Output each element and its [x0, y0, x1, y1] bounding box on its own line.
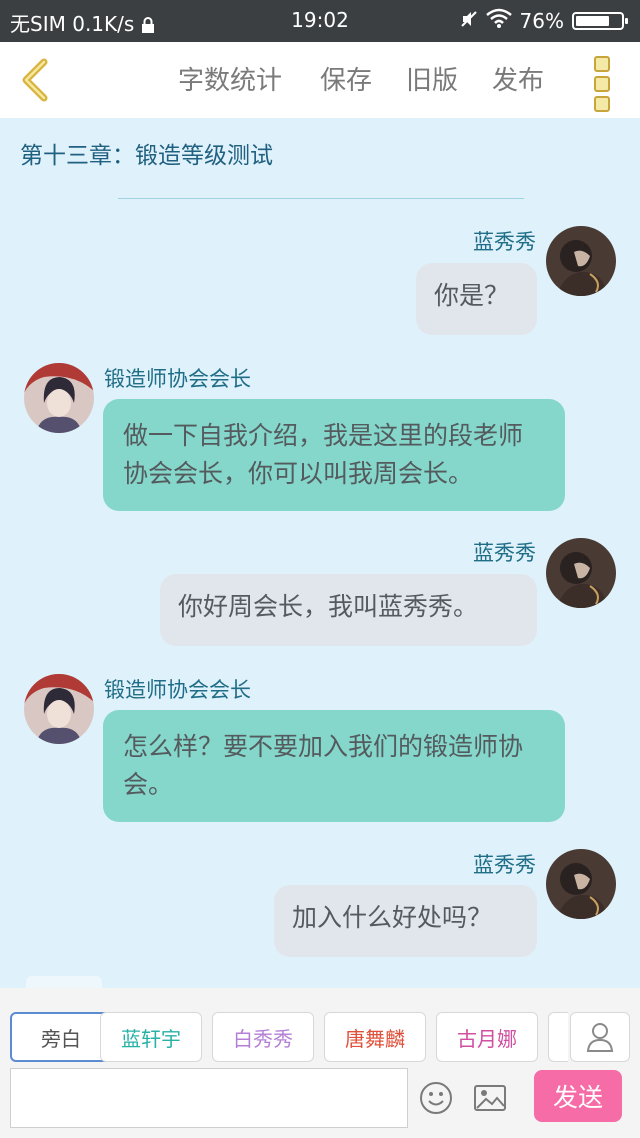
status-right: 76% [460, 8, 628, 33]
avatar[interactable] [546, 226, 616, 296]
more-button[interactable] [594, 56, 614, 112]
chapter-title: 第十三章：锻造等级测试 [20, 143, 273, 169]
battery-icon [572, 11, 628, 30]
speaker-name: 蓝秀秀 [473, 853, 536, 877]
message-input[interactable] [10, 1068, 408, 1128]
top-toolbar: 字数统计 保存 旧版 发布 [0, 42, 640, 118]
image-button[interactable] [472, 1080, 508, 1116]
avatar[interactable] [24, 674, 94, 744]
message-bubble: 加入什么好处吗？ [274, 885, 537, 957]
battery-percent: 76% [519, 8, 564, 33]
back-button[interactable] [14, 58, 58, 102]
back-icon [22, 58, 48, 102]
character-manage-button[interactable] [570, 1012, 630, 1062]
speaker-name: 锻造师协会会长 [104, 678, 251, 702]
status-bar: 无SIM 0.1K/s 19:02 76% [0, 0, 640, 42]
speaker-name: 锻造师协会会长 [104, 367, 251, 391]
speaker-name: 蓝秀秀 [473, 541, 536, 565]
speaker-name: 蓝秀秀 [473, 230, 536, 254]
message-bubble: 你是？ [416, 263, 537, 335]
user-icon [586, 1023, 614, 1052]
avatar[interactable] [24, 363, 94, 433]
emoji-button[interactable] [418, 1080, 454, 1116]
divider [118, 198, 524, 199]
publish-button[interactable]: 发布 [492, 60, 544, 97]
wifi-icon [485, 8, 512, 33]
word-count-button[interactable]: 字数统计 [178, 60, 282, 97]
message-bubble: 你好周会长，我叫蓝秀秀。 [160, 574, 537, 646]
battery-fill [576, 15, 609, 26]
mute-icon [460, 9, 478, 33]
character-chip[interactable]: 古月娜 [436, 1012, 538, 1062]
character-chip[interactable]: 蓝轩宇 [100, 1012, 202, 1062]
avatar[interactable] [546, 849, 616, 919]
message-bubble: 做一下自我介绍，我是这里的段老师协会会长，你可以叫我周会长。 [103, 399, 565, 511]
character-chip[interactable]: 白秀秀 [212, 1012, 314, 1062]
old-version-button[interactable]: 旧版 [406, 60, 458, 97]
emoji-icon [420, 1082, 452, 1114]
character-chip[interactable]: 旁白 [10, 1012, 112, 1062]
send-button[interactable]: 发送 [534, 1070, 622, 1122]
save-button[interactable]: 保存 [320, 60, 372, 97]
message-bubble: 怎么样？要不要加入我们的锻造师协会。 [103, 710, 565, 822]
more-icon [594, 56, 614, 112]
character-chip[interactable] [548, 1012, 568, 1062]
image-icon [474, 1085, 506, 1111]
avatar[interactable] [546, 538, 616, 608]
character-chip[interactable]: 唐舞麟 [324, 1012, 426, 1062]
